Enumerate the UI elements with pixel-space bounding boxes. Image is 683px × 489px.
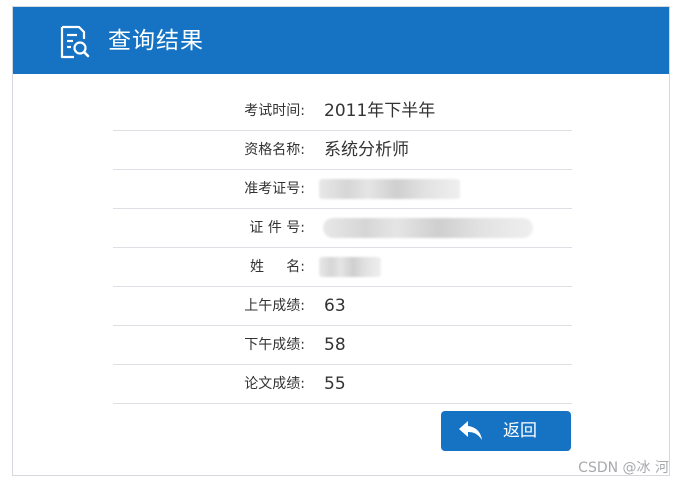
page-title: 查询结果 (108, 28, 204, 54)
result-row-morning-score: 上午成绩: 63 (113, 287, 572, 326)
blurred-value (319, 179, 460, 199)
row-value: 系统分析师 (324, 140, 409, 160)
result-row-id-number: 证 件 号: (113, 209, 572, 248)
blurred-value (319, 257, 381, 277)
row-label: 资格名称: (244, 142, 305, 158)
result-row-afternoon-score: 下午成绩: 58 (113, 326, 572, 365)
row-label: 姓 名: (250, 259, 305, 275)
panel-header: 查询结果 (13, 7, 669, 74)
row-label: 下午成绩: (244, 337, 305, 353)
blurred-value (323, 218, 533, 238)
result-row-essay-score: 论文成绩: 55 (113, 365, 572, 404)
row-value: 63 (324, 296, 346, 316)
result-row-name: 姓 名: (113, 248, 572, 287)
document-search-icon (57, 24, 93, 60)
row-label: 上午成绩: (244, 298, 305, 314)
row-label: 证 件 号: (249, 220, 305, 236)
result-row-exam-time: 考试时间: 2011年下半年 (113, 92, 572, 131)
result-row-admission-number: 准考证号: (113, 170, 572, 209)
results-table: 考试时间: 2011年下半年 资格名称: 系统分析师 准考证号: 证 件 号: … (113, 92, 572, 404)
row-value: 55 (324, 374, 346, 394)
query-result-panel: 查询结果 考试时间: 2011年下半年 资格名称: 系统分析师 准考证号: 证 … (12, 6, 670, 476)
result-row-qualification: 资格名称: 系统分析师 (113, 131, 572, 170)
row-value: 58 (324, 335, 346, 355)
watermark: CSDN @冰 河 (578, 460, 669, 476)
row-label: 准考证号: (244, 181, 305, 197)
row-value: 2011年下半年 (324, 101, 436, 121)
return-button[interactable]: 返回 (441, 411, 571, 451)
row-label: 论文成绩: (244, 376, 305, 392)
return-button-label: 返回 (503, 421, 537, 441)
row-label: 考试时间: (244, 103, 305, 119)
reply-arrow-icon (458, 420, 484, 442)
